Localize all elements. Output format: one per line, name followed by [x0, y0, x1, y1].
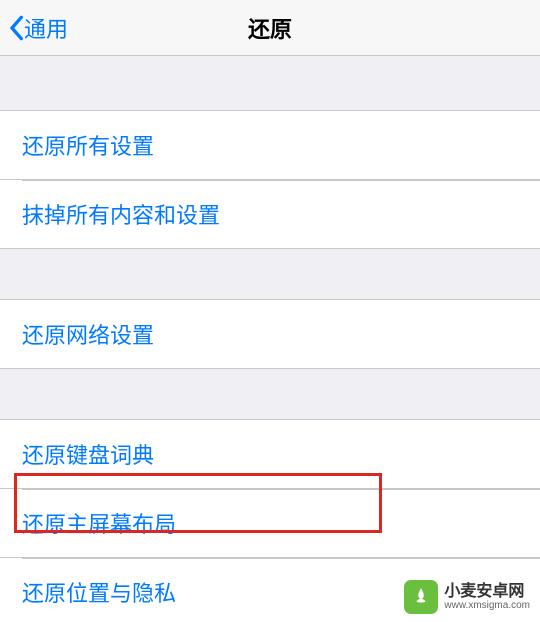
cell-reset-network[interactable]: 还原网络设置: [0, 299, 540, 369]
cell-label: 还原所有设置: [22, 134, 154, 159]
cell-erase-all-content[interactable]: 抹掉所有内容和设置: [0, 180, 540, 249]
cell-label: 还原主屏幕布局: [22, 512, 176, 537]
cell-label: 还原键盘词典: [22, 443, 154, 468]
page-title: 还原: [248, 12, 292, 44]
cell-label: 还原网络设置: [22, 323, 154, 348]
cell-label: 抹掉所有内容和设置: [22, 203, 220, 228]
settings-group-2: 还原网络设置: [0, 299, 540, 369]
cell-reset-location-privacy[interactable]: 还原位置与隐私: [0, 558, 540, 622]
settings-group-1: 还原所有设置 抹掉所有内容和设置: [0, 110, 540, 249]
settings-group-3: 还原键盘词典 还原主屏幕布局 还原位置与隐私: [0, 419, 540, 622]
back-label: 通用: [24, 12, 68, 44]
chevron-left-icon: [8, 14, 24, 42]
navbar: 通用 还原: [0, 0, 540, 56]
cell-reset-home-layout[interactable]: 还原主屏幕布局: [0, 489, 540, 558]
back-button[interactable]: 通用: [0, 12, 68, 44]
cell-reset-keyboard-dict[interactable]: 还原键盘词典: [0, 419, 540, 489]
cell-label: 还原位置与隐私: [22, 581, 176, 606]
cell-reset-all-settings[interactable]: 还原所有设置: [0, 110, 540, 180]
